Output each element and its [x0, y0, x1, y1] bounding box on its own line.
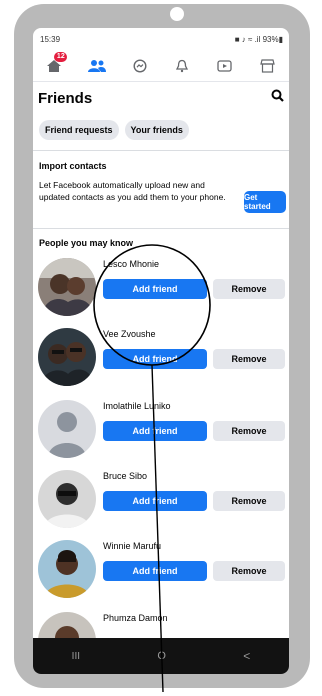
watch-video-icon[interactable]	[214, 55, 236, 77]
remove-button[interactable]: Remove	[213, 349, 285, 369]
friends-filter-chips: Friend requests Your friends	[39, 120, 189, 140]
phone-screen: 15:39 ■ ♪ ≈ .il 93%▮ 12 Friends Friend r…	[33, 28, 289, 674]
status-time: 15:39	[40, 34, 61, 44]
notifications-bell-icon[interactable]	[171, 55, 193, 77]
person-row: Bruce Sibo Add friend Remove	[33, 470, 289, 540]
marketplace-icon[interactable]	[257, 55, 279, 77]
android-navigation-bar: III O <	[33, 638, 289, 674]
page-title: Friends	[38, 89, 93, 107]
person-row: Winnie Marufu Add friend Remove	[33, 540, 289, 610]
avatar[interactable]	[38, 400, 96, 458]
home-icon[interactable]: 12	[43, 51, 68, 77]
add-friend-button[interactable]: Add friend	[103, 491, 207, 511]
remove-button[interactable]: Remove	[213, 279, 285, 299]
person-name[interactable]: Imolathile Luniko	[103, 401, 171, 411]
remove-button[interactable]: Remove	[213, 561, 285, 581]
messenger-icon[interactable]	[129, 55, 151, 77]
your-friends-chip[interactable]: Your friends	[124, 120, 189, 140]
remove-button[interactable]: Remove	[213, 421, 285, 441]
status-indicators: ■ ♪ ≈ .il 93%▮	[234, 34, 283, 44]
avatar[interactable]	[38, 328, 96, 386]
people-you-may-know-title: People you may know	[39, 238, 134, 248]
friend-requests-chip[interactable]: Friend requests	[39, 120, 119, 140]
search-icon[interactable]	[271, 89, 284, 107]
person-row: Vee Zvoushe Add friend Remove	[33, 328, 289, 398]
back-button[interactable]: <	[243, 649, 250, 663]
avatar[interactable]	[38, 258, 96, 316]
add-friend-button[interactable]: Add friend	[103, 279, 207, 299]
status-bar: 15:39 ■ ♪ ≈ .il 93%▮	[33, 28, 289, 50]
get-started-button[interactable]: Get started	[244, 191, 286, 213]
home-button[interactable]: O	[157, 650, 166, 662]
person-name[interactable]: Lesco Mhonie	[103, 259, 159, 269]
remove-button[interactable]: Remove	[213, 491, 285, 511]
friends-icon[interactable]	[86, 55, 108, 77]
recent-apps-button[interactable]: III	[72, 651, 80, 662]
import-contacts-text: Let Facebook automatically upload new an…	[39, 180, 226, 202]
avatar[interactable]	[38, 540, 96, 598]
avatar[interactable]	[38, 470, 96, 528]
import-contacts-title: Import contacts	[39, 161, 107, 171]
top-nav-bar: 12	[33, 50, 289, 82]
divider	[33, 228, 289, 229]
friends-header: Friends	[38, 86, 284, 110]
front-camera-dot	[170, 7, 184, 21]
add-friend-button[interactable]: Add friend	[103, 349, 207, 369]
person-row: Lesco Mhonie Add friend Remove	[33, 258, 289, 328]
person-row: Imolathile Luniko Add friend Remove	[33, 400, 289, 470]
divider	[33, 150, 289, 151]
add-friend-button[interactable]: Add friend	[103, 421, 207, 441]
person-name[interactable]: Phumza Damon	[103, 613, 168, 623]
person-name[interactable]: Vee Zvoushe	[103, 329, 156, 339]
home-badge: 12	[54, 51, 68, 62]
add-friend-button[interactable]: Add friend	[103, 561, 207, 581]
person-name[interactable]: Winnie Marufu	[103, 541, 161, 551]
person-name[interactable]: Bruce Sibo	[103, 471, 147, 481]
